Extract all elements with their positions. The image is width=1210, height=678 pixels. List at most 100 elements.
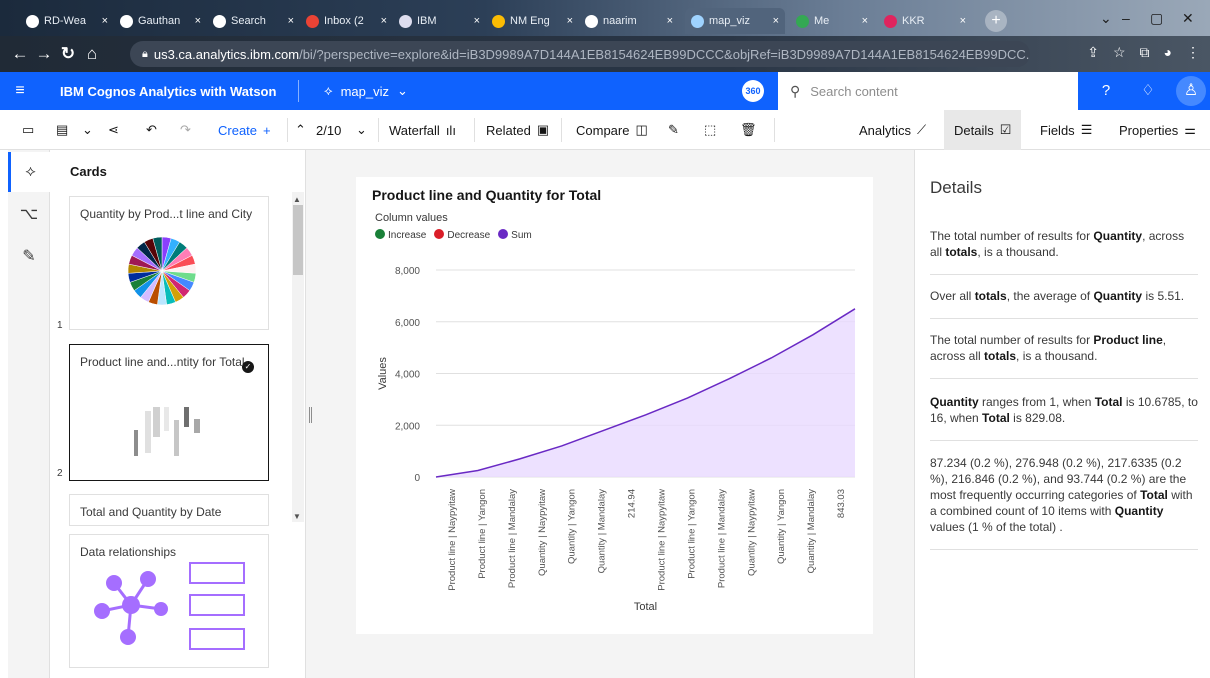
home-icon[interactable]: ⌂ [80, 44, 104, 64]
redo-icon[interactable]: ↷ [180, 110, 191, 150]
drive-icon [492, 14, 505, 28]
browser-tab[interactable]: NM Eng × [486, 8, 579, 34]
fields-label: Fields [1040, 122, 1075, 138]
new-tab-button[interactable]: + [985, 10, 1007, 32]
card-product-line-quantity-total[interactable]: Product line and...ntity for Total ✓ [69, 344, 269, 481]
avatar[interactable]: ♙ [1176, 76, 1206, 106]
comment-icon[interactable]: ▭ [22, 110, 34, 150]
waterfall-button[interactable]: Waterfall ılı [389, 110, 456, 150]
y-tick-label: 4,000 [395, 370, 420, 381]
close-icon[interactable]: × [563, 15, 573, 27]
tab-title: Gauthan [138, 15, 181, 27]
y-axis-label: Values [377, 357, 389, 390]
card-data-relationships[interactable]: Data relationships [69, 534, 269, 668]
chevron-down-icon[interactable]: ⌄ [356, 110, 367, 150]
app-name: IBM Cognos Analytics with Watson [60, 83, 277, 99]
star-icon[interactable]: ☆ [1113, 44, 1126, 61]
close-icon[interactable]: × [858, 15, 868, 27]
badge-360[interactable]: 360 [742, 80, 764, 102]
waterfall-icon: ılı [445, 122, 456, 138]
close-icon[interactable]: × [663, 15, 673, 27]
x-tick-label: 214.94 [627, 489, 638, 518]
pin-rail-button[interactable]: ✎ [8, 236, 50, 276]
pin-icon[interactable]: ✎ [668, 110, 679, 150]
share-icon[interactable]: ⋖ [108, 110, 119, 150]
card-number: 1 [57, 320, 63, 331]
browser-tab[interactable]: KKR × [878, 8, 972, 34]
trash-icon[interactable]: 🗑︎ [740, 110, 757, 150]
chevron-down-icon[interactable]: ⌄ [82, 110, 93, 150]
scroll-down-icon[interactable]: ▼ [293, 512, 301, 521]
forward-icon[interactable]: → [32, 44, 56, 64]
url-path: /bi/?perspective=explore&id=iB3D9989A7D1… [299, 46, 1030, 62]
lock-icon: 🔒︎ [142, 47, 148, 60]
card-quantity-by-product-line-city[interactable]: Quantity by Prod...t line and City [69, 196, 269, 330]
x-tick-label: 843.03 [836, 489, 847, 518]
close-icon[interactable]: × [98, 15, 108, 27]
analytics-icon: ⟋ [917, 122, 927, 137]
menu-dots-icon[interactable]: ⋮ [1186, 44, 1200, 61]
chevron-up-icon[interactable]: ⌃ [295, 110, 306, 150]
tab-title: KKR [902, 15, 925, 27]
tab-title: NM Eng [510, 15, 550, 27]
card-total-quantity-by-date[interactable]: Total and Quantity by Date [69, 494, 269, 526]
toolbar-divider [774, 118, 775, 142]
document-switcher[interactable]: ⟡ map_viz ⌄ [324, 83, 408, 99]
minimize-icon[interactable]: – [1122, 10, 1130, 26]
details-paragraph: 87.234 (0.2 %), 276.948 (0.2 %), 217.633… [930, 455, 1198, 550]
extension-icon[interactable]: ⧉ [1140, 44, 1150, 61]
browser-tab[interactable]: Inbox (2 × [300, 8, 393, 34]
maximize-icon[interactable]: ▢ [1150, 10, 1163, 27]
browser-tab[interactable]: naarim × [579, 8, 679, 34]
share-icon[interactable]: ⇪ [1087, 44, 1099, 61]
save-icon[interactable]: ▤ [56, 110, 68, 150]
undo-icon[interactable]: ↶ [146, 110, 157, 150]
fields-tab[interactable]: Fields ☰ [1040, 110, 1092, 150]
splitter-handle[interactable] [309, 407, 312, 423]
browser-tab[interactable]: Gauthan × [114, 8, 207, 34]
close-icon[interactable]: × [191, 15, 201, 27]
close-icon[interactable]: × [769, 15, 779, 27]
browser-tab[interactable]: IBM × [393, 8, 486, 34]
browser-tab-active[interactable]: map_viz × [685, 8, 785, 34]
help-icon[interactable]: ? [1096, 81, 1116, 101]
close-icon[interactable]: × [956, 15, 966, 27]
compare-button[interactable]: Compare ◫ [576, 110, 648, 150]
relationships-rail-button[interactable]: ⌥ [8, 194, 50, 234]
tab-title: map_viz [709, 15, 750, 27]
scroll-up-icon[interactable]: ▲ [293, 195, 301, 204]
close-icon[interactable]: × [284, 15, 294, 27]
x-tick-label: Quantity | Naypyitaw [537, 489, 548, 576]
close-icon[interactable]: × [377, 15, 387, 27]
chevron-down-icon[interactable]: ⌄ [1100, 10, 1112, 27]
browser-tab[interactable]: Search × [207, 8, 300, 34]
browser-tab[interactable]: RD-Wea × [20, 8, 114, 34]
toolbar-divider [287, 118, 288, 142]
chart-card[interactable]: Product line and Quantity for Total Colu… [356, 177, 873, 634]
close-icon[interactable]: × [470, 15, 480, 27]
search-input[interactable]: ⚲ Search content [778, 72, 1078, 110]
plus-icon: + [263, 122, 271, 138]
bold-term: Quantity [930, 395, 979, 409]
create-button[interactable]: Create + [218, 110, 271, 150]
properties-tab[interactable]: Properties ⚌ [1119, 110, 1196, 150]
scrollbar-thumb[interactable] [293, 205, 303, 275]
notification-bell-icon[interactable]: ♢ [1138, 81, 1158, 101]
github-icon [213, 14, 226, 28]
details-label: Details [954, 122, 994, 138]
related-button[interactable]: Related ▣ [486, 110, 549, 150]
tab-title: Me [814, 15, 830, 27]
cards-rail-button[interactable]: ⟡ [8, 152, 50, 192]
details-tab[interactable]: Details ☑ [944, 110, 1022, 150]
url-field[interactable]: 🔒︎ us3.ca.analytics.ibm.com/bi/?perspect… [130, 41, 1030, 67]
hamburger-menu-icon[interactable]: ≡ [0, 82, 40, 100]
reload-icon[interactable]: ↻ [56, 44, 80, 64]
browser-tab[interactable]: Me × [790, 8, 874, 34]
focus-icon[interactable]: ⬚ [704, 110, 716, 150]
close-window-icon[interactable]: ✕ [1182, 10, 1194, 27]
youtube-icon [884, 14, 897, 28]
analytics-tab[interactable]: Analytics ⟋ [859, 110, 926, 150]
back-icon[interactable]: ← [8, 44, 32, 64]
profile-icon[interactable]: ◕ [1164, 44, 1172, 61]
toolbar-divider [561, 118, 562, 142]
